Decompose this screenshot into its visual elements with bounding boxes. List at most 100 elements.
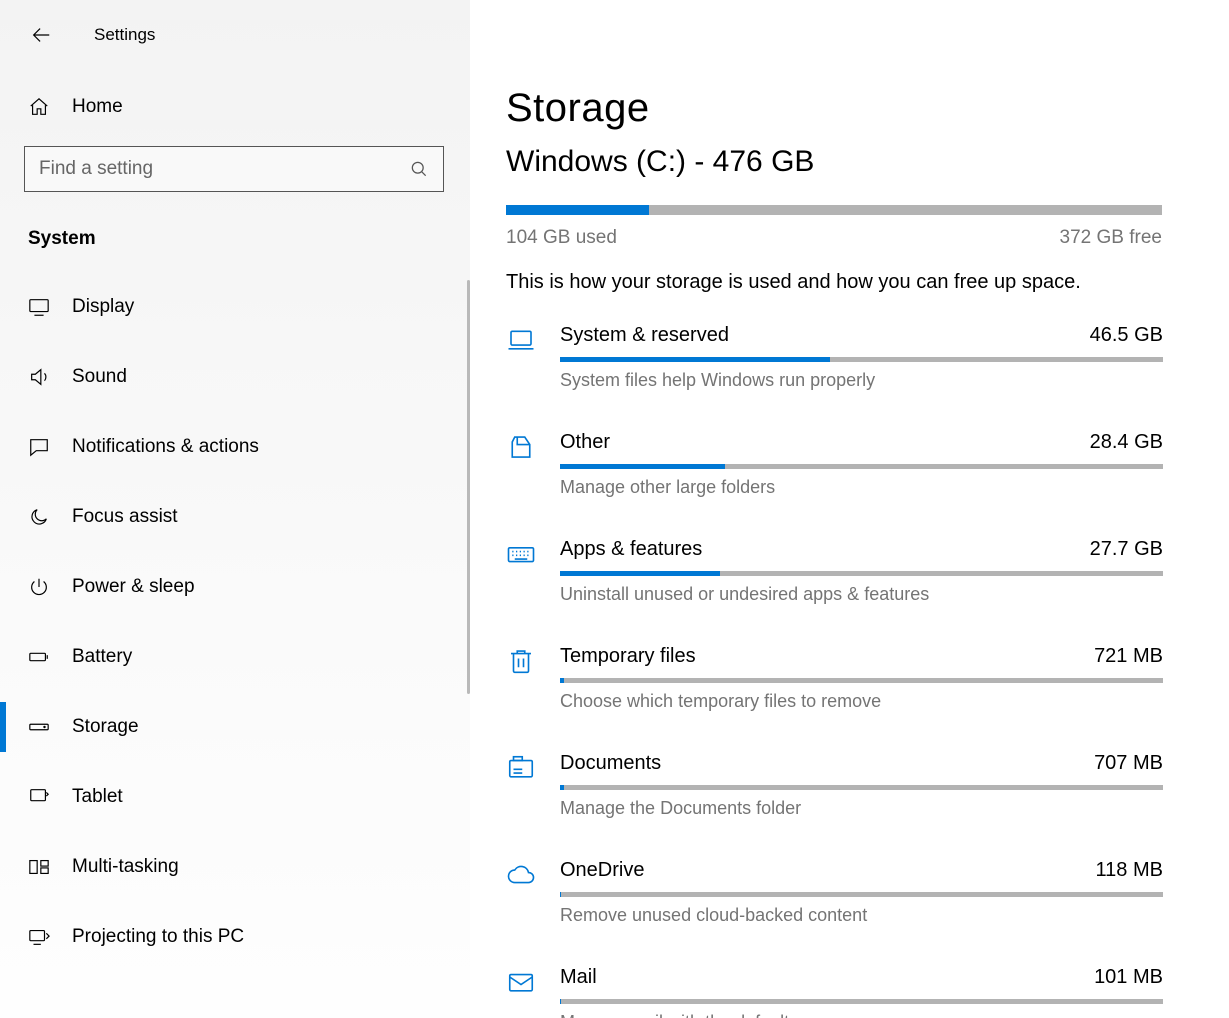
sidebar: Settings Home System Display Sound Notif…: [0, 0, 470, 1018]
sidebar-item-multitasking[interactable]: Multi-tasking: [0, 832, 470, 902]
drive-label: Windows (C:) - 476 GB: [506, 145, 1163, 179]
category-bar-fill: [560, 892, 561, 897]
category-row[interactable]: Apps & features 27.7 GB Uninstall unused…: [506, 538, 1163, 605]
category-bar: [560, 464, 1163, 469]
sidebar-item-label: Power & sleep: [72, 576, 195, 598]
category-bar: [560, 678, 1163, 683]
sidebar-item-notifications[interactable]: Notifications & actions: [0, 412, 470, 482]
project-icon: [28, 926, 50, 948]
sidebar-item-label: Notifications & actions: [72, 436, 259, 458]
mail-icon: [506, 966, 560, 1018]
sidebar-item-label: Projecting to this PC: [72, 926, 244, 948]
sidebar-item-label: Battery: [72, 646, 132, 668]
category-bar-fill: [560, 785, 564, 790]
sidebar-nav: Display Sound Notifications & actions Fo…: [0, 272, 470, 972]
category-hint: Choose which temporary files to remove: [560, 691, 1163, 712]
category-hint: Uninstall unused or undesired apps & fea…: [560, 584, 1163, 605]
category-bar: [560, 785, 1163, 790]
search-container: [24, 146, 446, 192]
sidebar-item-sound[interactable]: Sound: [0, 342, 470, 412]
category-size: 28.4 GB: [1090, 431, 1163, 454]
category-hint: Manage other large folders: [560, 477, 1163, 498]
window-header: Settings: [0, 0, 470, 60]
trash-icon: [506, 645, 560, 712]
drive-icon: [28, 716, 50, 738]
monitor-icon: [28, 296, 50, 318]
power-icon: [28, 576, 50, 598]
document-icon: [506, 752, 560, 819]
sidebar-item-label: Storage: [72, 716, 139, 738]
laptop-icon: [506, 324, 560, 391]
search-input[interactable]: [39, 158, 409, 180]
search-box[interactable]: [24, 146, 444, 192]
moon-icon: [28, 506, 50, 528]
category-hint: Remove unused cloud-backed content: [560, 905, 1163, 926]
category-bar-fill: [560, 357, 830, 362]
category-hint: Manage the Documents folder: [560, 798, 1163, 819]
category-row[interactable]: Other 28.4 GB Manage other large folders: [506, 431, 1163, 498]
category-bar-fill: [560, 999, 561, 1004]
used-label: 104 GB used: [506, 227, 617, 249]
sidebar-item-storage[interactable]: Storage: [0, 692, 470, 762]
category-name: OneDrive: [560, 859, 644, 882]
sidebar-item-label: Sound: [72, 366, 127, 388]
category-row[interactable]: Temporary files 721 MB Choose which temp…: [506, 645, 1163, 712]
home-icon: [28, 96, 50, 118]
message-icon: [28, 436, 50, 458]
sidebar-item-label: Display: [72, 296, 134, 318]
category-hint: Manage mail with the default app: [560, 1012, 1163, 1018]
sidebar-home[interactable]: Home: [0, 78, 470, 136]
category-bar: [560, 357, 1163, 362]
search-icon: [409, 159, 429, 179]
sidebar-item-label: Multi-tasking: [72, 856, 179, 878]
sidebar-item-focus-assist[interactable]: Focus assist: [0, 482, 470, 552]
category-size: 101 MB: [1094, 966, 1163, 989]
category-name: Other: [560, 431, 610, 454]
sidebar-section-label: System: [0, 210, 470, 272]
category-row[interactable]: OneDrive 118 MB Remove unused cloud-back…: [506, 859, 1163, 926]
category-row[interactable]: Documents 707 MB Manage the Documents fo…: [506, 752, 1163, 819]
sidebar-item-power-sleep[interactable]: Power & sleep: [0, 552, 470, 622]
overall-usage-bar: [506, 205, 1162, 215]
category-name: System & reserved: [560, 324, 729, 347]
window-title: Settings: [94, 25, 155, 45]
sidebar-item-label: Tablet: [72, 786, 123, 808]
overall-usage-fill: [506, 205, 649, 215]
category-size: 721 MB: [1094, 645, 1163, 668]
arrow-left-icon: [30, 24, 52, 46]
category-hint: System files help Windows run properly: [560, 370, 1163, 391]
tablet-icon: [28, 786, 50, 808]
category-name: Mail: [560, 966, 597, 989]
foldershape-icon: [506, 431, 560, 498]
sidebar-item-tablet[interactable]: Tablet: [0, 762, 470, 832]
category-row[interactable]: System & reserved 46.5 GB System files h…: [506, 324, 1163, 391]
free-label: 372 GB free: [1060, 227, 1162, 249]
category-size: 118 MB: [1096, 859, 1163, 882]
sidebar-item-projecting[interactable]: Projecting to this PC: [0, 902, 470, 972]
sidebar-item-battery[interactable]: Battery: [0, 622, 470, 692]
category-list: System & reserved 46.5 GB System files h…: [506, 324, 1163, 1018]
category-bar: [560, 999, 1163, 1004]
cloud-icon: [506, 859, 560, 926]
main-content: Storage Windows (C:) - 476 GB 104 GB use…: [470, 0, 1229, 1018]
battery-icon: [28, 646, 50, 668]
category-bar: [560, 571, 1163, 576]
usage-labels: 104 GB used 372 GB free: [506, 227, 1162, 249]
category-name: Temporary files: [560, 645, 696, 668]
sidebar-item-label: Focus assist: [72, 506, 178, 528]
category-bar: [560, 892, 1163, 897]
description-text: This is how your storage is used and how…: [506, 271, 1163, 294]
page-title: Storage: [506, 86, 1163, 131]
category-row[interactable]: Mail 101 MB Manage mail with the default…: [506, 966, 1163, 1018]
sound-icon: [28, 366, 50, 388]
category-bar-fill: [560, 678, 564, 683]
sidebar-item-display[interactable]: Display: [0, 272, 470, 342]
category-bar-fill: [560, 571, 720, 576]
category-bar-fill: [560, 464, 725, 469]
back-button[interactable]: [24, 18, 58, 52]
category-size: 707 MB: [1094, 752, 1163, 775]
category-name: Apps & features: [560, 538, 702, 561]
category-size: 27.7 GB: [1090, 538, 1163, 561]
sidebar-home-label: Home: [72, 96, 123, 118]
keyboard-icon: [506, 538, 560, 605]
